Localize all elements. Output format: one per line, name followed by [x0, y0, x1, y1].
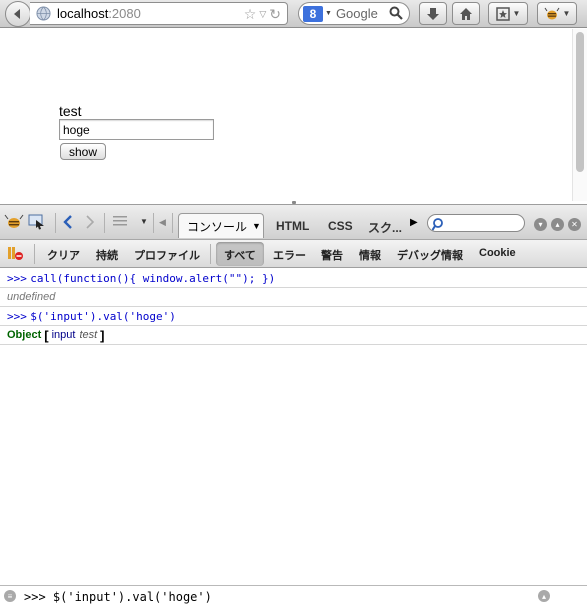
firebug-detach-icon[interactable]: ▴ [551, 218, 564, 231]
firebug-minimize-icon[interactable]: ▾ [534, 218, 547, 231]
filter-profile[interactable]: プロファイル [134, 247, 200, 263]
break-on-error-icon[interactable] [6, 245, 24, 261]
filter-clear[interactable]: クリア [47, 247, 80, 263]
console-row: >>> $('input').val('hoge') [0, 307, 587, 326]
object-bracket-close: ] [100, 327, 105, 343]
console-command: call(function(){ window.alert(""); }) [30, 271, 276, 285]
downloads-button[interactable] [419, 2, 447, 25]
page-scrollbar[interactable] [572, 29, 587, 201]
filter-errors[interactable]: エラー [273, 247, 306, 263]
filter-cookie[interactable]: Cookie [479, 247, 516, 259]
back-arrow-icon [14, 9, 20, 19]
console-command: $('input').val('hoge') [30, 309, 176, 323]
object-keyword[interactable]: Object [7, 329, 41, 341]
firebug-dropdown-icon: ▼ [562, 9, 571, 18]
forward-nav-icon[interactable] [84, 214, 96, 230]
tab-script[interactable]: スク... [368, 219, 402, 236]
tab-css[interactable]: CSS [328, 219, 353, 233]
list-menu-icon[interactable] [112, 214, 128, 228]
page-content: test show [0, 29, 587, 201]
tab-console-label: コンソール [187, 219, 248, 234]
back-button[interactable] [5, 1, 31, 27]
command-editor-toggle-icon[interactable]: ≡ [4, 590, 16, 602]
firebug-search-input[interactable] [427, 214, 525, 232]
firebug-close-icon[interactable]: ✕ [568, 218, 581, 231]
firebug-search-icon [432, 218, 443, 231]
url-bar[interactable]: localhost:2080 ☆ ▽ ↻ [30, 2, 288, 25]
page-label: test [59, 103, 82, 119]
firebug-toolbar: ▼ ◀ コンソール ▼ HTML CSS スク... ▶ ▾ ▴ ✕ [0, 204, 587, 240]
console-filter-bar: クリア 持続 プロファイル すべて エラー 警告 情報 デバッグ情報 Cooki… [0, 240, 587, 268]
url-host: localhost [57, 6, 109, 21]
history-dropdown-icon[interactable]: ▽ [259, 9, 266, 20]
search-engine-dropdown-icon[interactable]: ▼ [325, 10, 332, 17]
show-button[interactable]: show [60, 143, 106, 160]
command-line-input[interactable]: >>> $('input').val('hoge') [24, 590, 212, 604]
tab-console-dropdown-icon[interactable]: ▼ [252, 221, 261, 231]
bookmarks-dropdown-icon: ▼ [512, 9, 521, 18]
home-button[interactable] [452, 2, 480, 25]
bookmarks-icon [495, 6, 510, 21]
filter-info[interactable]: 情報 [359, 247, 381, 263]
console-row: undefined [0, 288, 587, 307]
search-placeholder: Google [335, 6, 378, 21]
console-row: Object [ input test ] [0, 326, 587, 345]
filter-persist[interactable]: 持続 [96, 247, 118, 263]
filter-all[interactable]: すべて [224, 247, 256, 263]
object-element-value: test [79, 329, 98, 341]
filter-debug-info[interactable]: デバッグ情報 [397, 247, 463, 263]
console-row: >>> call(function(){ window.alert(""); }… [0, 269, 587, 288]
console-prompt: >>> [7, 271, 27, 285]
object-element-tag[interactable]: input [52, 329, 76, 341]
filter-warnings[interactable]: 警告 [321, 247, 343, 263]
list-dropdown-icon[interactable]: ▼ [140, 217, 148, 226]
download-arrow-icon [427, 7, 439, 20]
bookmark-star-icon[interactable]: ☆ [244, 6, 257, 23]
search-icon[interactable] [389, 6, 403, 20]
object-bracket-open: [ [44, 327, 49, 343]
command-line[interactable]: ≡ >>> $('input').val('hoge') ▴ [0, 585, 587, 606]
firebug-menu-icon[interactable] [4, 214, 24, 230]
bookmarks-button[interactable]: ▼ [488, 2, 528, 25]
search-bar[interactable]: 8 ▼ Google [298, 2, 410, 25]
back-nav-icon[interactable] [62, 214, 74, 230]
text-input[interactable] [59, 119, 214, 140]
tab-scroll-left-icon[interactable]: ◀ [159, 217, 166, 228]
browser-toolbar: localhost:2080 ☆ ▽ ↻ 8 ▼ Google ▼ ▼ [0, 0, 587, 28]
page-scrollbar-thumb[interactable] [576, 32, 584, 172]
url-port: :2080 [108, 6, 141, 21]
console-prompt: >>> [7, 309, 27, 323]
command-history-icon[interactable]: ▴ [538, 590, 550, 602]
globe-icon [36, 6, 51, 21]
firebug-icon [544, 7, 559, 19]
firebug-button[interactable]: ▼ [537, 2, 577, 25]
tab-html[interactable]: HTML [276, 219, 309, 233]
home-icon [460, 7, 472, 20]
search-engine-icon[interactable]: 8 [303, 5, 323, 22]
console-log: >>> call(function(){ window.alert(""); }… [0, 269, 587, 585]
inspect-element-icon[interactable] [28, 214, 46, 230]
reload-icon[interactable]: ↻ [269, 6, 281, 23]
console-result: undefined [7, 291, 56, 303]
tab-console[interactable]: コンソール ▼ [178, 213, 264, 238]
tab-scroll-right-icon[interactable]: ▶ [410, 217, 418, 228]
